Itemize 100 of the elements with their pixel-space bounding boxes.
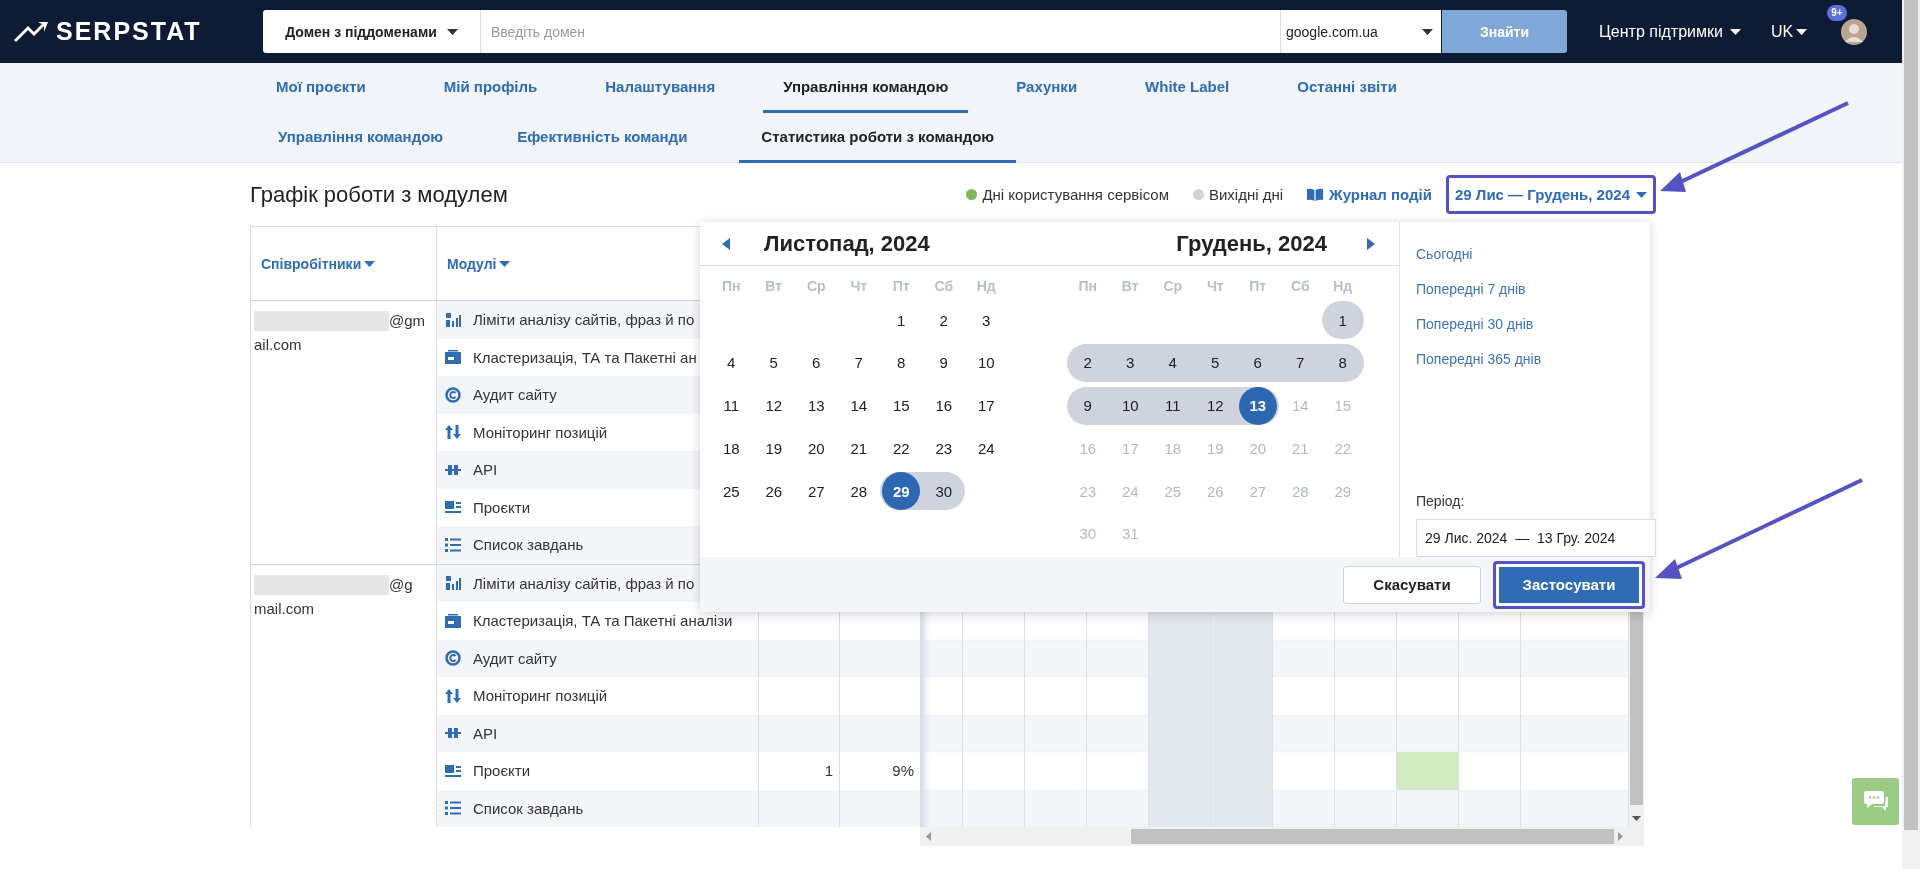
nav-tab[interactable]: Рахунки <box>996 63 1098 113</box>
period-field[interactable]: 29 Лис. 2024 — 13 Гру. 2024 <box>1416 519 1656 557</box>
scroll-right-icon[interactable] <box>1618 832 1623 841</box>
calendar-day[interactable]: 15 <box>880 386 923 425</box>
module-name: Ліміти аналізу сайтів, фраз й по <box>473 311 695 329</box>
preset-range-link[interactable]: Сьогодні <box>1416 236 1473 271</box>
nav-tab[interactable]: Останні звіти <box>1277 63 1417 113</box>
next-month-icon[interactable] <box>1367 237 1375 250</box>
calendar-day[interactable]: 19 <box>752 429 795 468</box>
calendar-day[interactable]: 29 <box>880 472 923 511</box>
module-name: Список завдань <box>473 799 584 817</box>
calendar-day[interactable]: 23 <box>922 429 965 468</box>
support-menu[interactable]: Центр підтримки <box>1599 22 1741 41</box>
language-menu[interactable]: UK <box>1770 22 1808 41</box>
logo-icon <box>14 19 48 44</box>
calendar-day[interactable]: 22 <box>880 429 923 468</box>
previous-month-icon[interactable] <box>722 237 730 250</box>
calendar-day[interactable]: 5 <box>752 343 795 382</box>
calendar-day[interactable]: 10 <box>965 343 1008 382</box>
weekday-label: Нд <box>975 278 997 294</box>
book-icon <box>1307 188 1324 201</box>
calendar-day[interactable]: 26 <box>752 472 795 511</box>
calendar-day[interactable]: 12 <box>1194 386 1237 425</box>
search-engine-dropdown[interactable]: google.com.ua <box>1280 10 1441 53</box>
employees-column-header[interactable]: Співробітники <box>261 255 376 272</box>
calendar-day[interactable]: 27 <box>795 472 838 511</box>
calendar-day[interactable]: 21 <box>837 429 880 468</box>
calendar-day[interactable]: 2 <box>922 301 965 339</box>
connector-icon <box>445 462 461 477</box>
horizontal-scrollbar[interactable] <box>920 827 1644 846</box>
avatar[interactable] <box>1841 18 1868 45</box>
calendar-day[interactable]: 4 <box>710 343 753 382</box>
weekday-label: Ср <box>1162 278 1184 294</box>
calendar-day[interactable]: 3 <box>965 301 1008 339</box>
module-name: Проєкти <box>473 762 531 780</box>
bar-chart-icon <box>445 575 461 592</box>
scroll-down-icon[interactable] <box>1632 816 1641 821</box>
calendar-day[interactable]: 28 <box>837 472 880 511</box>
sub-tab[interactable]: Ефективність команди <box>495 113 710 163</box>
calendar-day[interactable]: 3 <box>1109 343 1152 382</box>
calendar-day[interactable]: 14 <box>837 386 880 425</box>
module-name: Моніторинг позицій <box>473 423 608 441</box>
preset-range-link[interactable]: Попередні 7 днів <box>1416 271 1526 306</box>
date-range-dropdown[interactable]: 29 Лис — Грудень, 2024 <box>1446 175 1656 214</box>
calendar-day[interactable]: 24 <box>965 429 1008 468</box>
calendar-day[interactable]: 17 <box>965 386 1008 425</box>
caret-icon <box>499 260 511 267</box>
list-icon <box>445 537 461 552</box>
calendar-day[interactable]: 4 <box>1151 343 1194 382</box>
calendar-day[interactable]: 1 <box>1321 301 1364 339</box>
calendar-day[interactable]: 1 <box>880 301 923 339</box>
caret-icon <box>1729 28 1741 35</box>
calendar-day[interactable]: 9 <box>1066 386 1109 425</box>
calendar-day[interactable]: 7 <box>837 343 880 382</box>
calendar-day[interactable]: 8 <box>1321 343 1364 382</box>
calendar-day[interactable]: 8 <box>880 343 923 382</box>
nav-tab[interactable]: Мої проєкти <box>256 63 386 113</box>
calendar-day[interactable]: 16 <box>922 386 965 425</box>
weekday-label: Чт <box>1205 278 1225 294</box>
nav-tab[interactable]: Управління командою <box>763 63 969 113</box>
calendar-day[interactable]: 2 <box>1066 343 1109 382</box>
sub-tab[interactable]: Управління командою <box>256 113 466 163</box>
domain-input[interactable]: Введіть домен <box>481 10 1280 53</box>
calendar-day[interactable]: 6 <box>795 343 838 382</box>
calendar-day[interactable]: 5 <box>1194 343 1237 382</box>
calendar-day[interactable]: 10 <box>1109 386 1152 425</box>
modules-column-header[interactable]: Модулі <box>447 255 511 272</box>
scroll-left-icon[interactable] <box>926 832 931 841</box>
weekday-label: Сб <box>933 278 955 294</box>
cancel-button[interactable]: Скасувати <box>1343 565 1481 604</box>
calendar-day[interactable]: 12 <box>752 386 795 425</box>
calendar-day[interactable]: 6 <box>1236 343 1279 382</box>
calendar-day[interactable]: 13 <box>795 386 838 425</box>
nav-tab[interactable]: Налаштування <box>585 63 736 113</box>
module-name: Моніторинг позицій <box>473 687 608 705</box>
preset-range-link[interactable]: Попередні 365 днів <box>1416 341 1542 376</box>
calendar-day[interactable]: 9 <box>922 343 965 382</box>
caret-icon <box>446 28 458 35</box>
sub-tab[interactable]: Статистика роботи з командою <box>739 113 1017 163</box>
nav-tab[interactable]: White Label <box>1125 63 1250 113</box>
calendar-day[interactable]: 25 <box>710 472 753 511</box>
calendar-day[interactable]: 11 <box>710 386 753 425</box>
calendar-day[interactable]: 13 <box>1236 386 1279 425</box>
page-scrollbar[interactable] <box>1902 0 1920 869</box>
module-name: Список завдань <box>473 536 584 554</box>
calendar-day[interactable]: 20 <box>795 429 838 468</box>
weekday-label: Вт <box>764 278 784 294</box>
calendar-day[interactable]: 30 <box>922 472 965 511</box>
search-mode-dropdown[interactable]: Домен з піддоменами <box>263 10 481 53</box>
chat-button[interactable] <box>1852 778 1899 825</box>
preset-range-link[interactable]: Попередні 30 днів <box>1416 306 1534 341</box>
calendar-day[interactable]: 11 <box>1151 386 1194 425</box>
calendar-day[interactable]: 18 <box>710 429 753 468</box>
user-email: @gm <box>389 311 426 331</box>
month-title: Грудень, 2024 <box>1176 230 1327 257</box>
event-log-link[interactable]: Журнал подій <box>1307 186 1432 203</box>
module-name: Кластеризація, ТА та Пакетні ан <box>473 348 697 366</box>
apply-button[interactable]: Застосувати <box>1493 560 1645 609</box>
nav-tab[interactable]: Мій профіль <box>423 63 558 113</box>
calendar-day[interactable]: 7 <box>1279 343 1322 382</box>
